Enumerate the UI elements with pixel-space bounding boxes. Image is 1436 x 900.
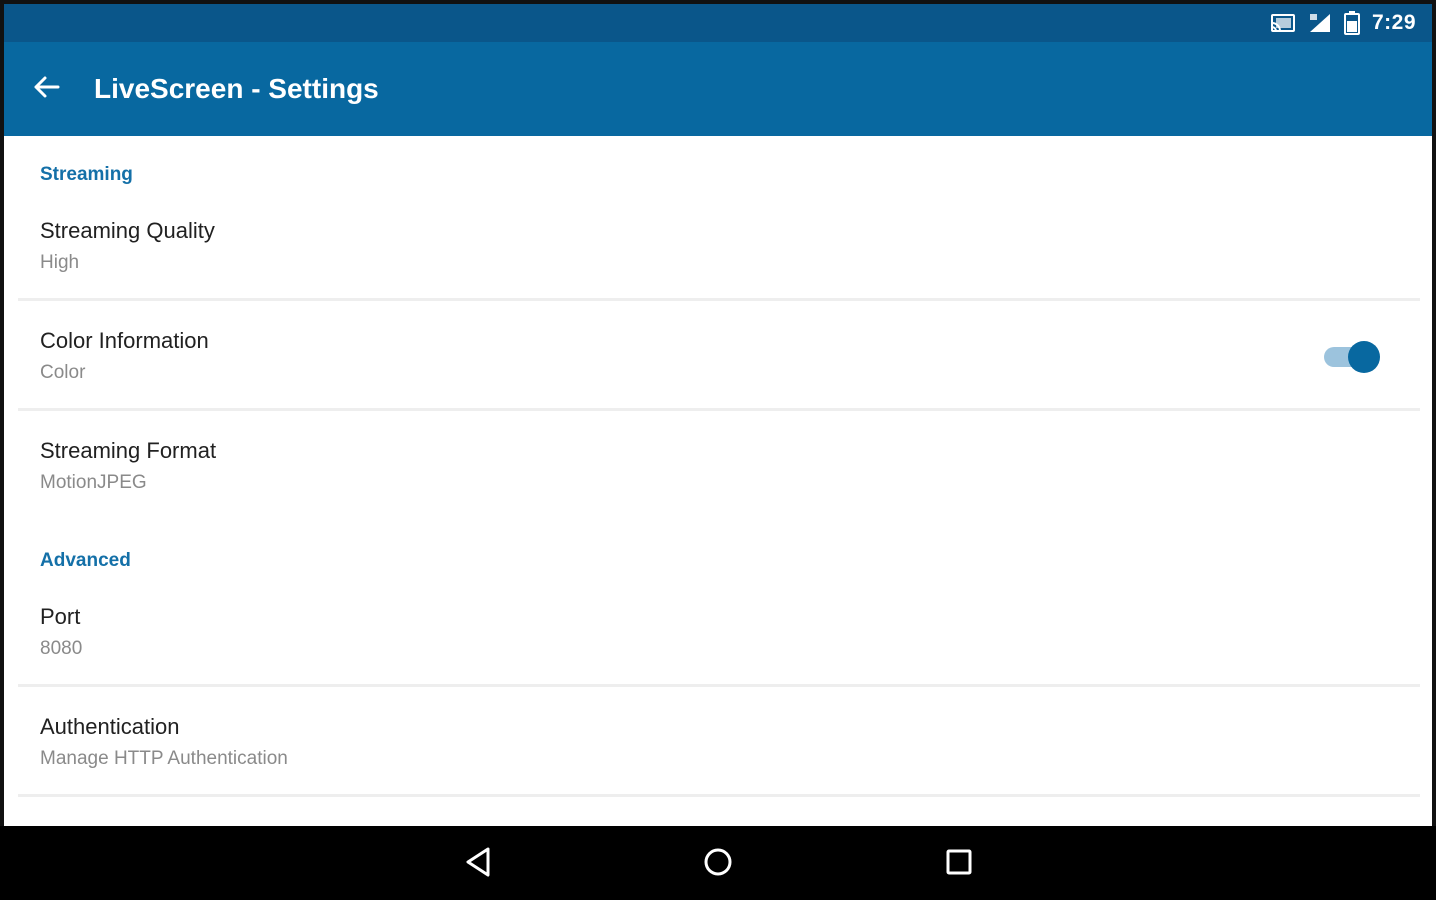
pref-title: Port [40,604,81,629]
pref-title: Authentication [40,714,180,739]
arrow-back-icon [32,73,60,106]
pref-streaming-format[interactable]: Streaming Format MotionJPEG [18,432,1420,518]
status-bar: 7:29 [4,4,1432,42]
pref-summary: MotionJPEG [40,472,147,493]
nav-back-button[interactable] [454,840,502,888]
divider [18,408,1420,411]
category-advanced: Advanced [40,550,131,571]
app-bar: LiveScreen - Settings [4,42,1432,136]
nav-recents-button[interactable] [935,840,983,888]
back-triangle-icon [463,846,493,883]
battery-icon [1343,11,1360,35]
pref-color-information[interactable]: Color Information Color [18,322,1420,408]
settings-list: Streaming Streaming Quality High Color I… [4,136,1432,826]
divider [18,298,1420,301]
pref-port[interactable]: Port 8080 [18,598,1420,684]
signal-icon [1308,12,1332,34]
pref-streaming-quality[interactable]: Streaming Quality High [18,212,1420,298]
pref-summary: 8080 [40,638,83,659]
page-title: LiveScreen - Settings [94,73,379,104]
switch-thumb [1348,341,1380,373]
cast-icon [1270,13,1296,33]
navigation-bar [0,826,1436,900]
pref-title: Streaming Quality [40,218,215,243]
android-screen: 7:29 LiveScreen - Settings Streaming Str… [0,0,1436,900]
recents-square-icon [945,848,973,881]
nav-home-button[interactable] [694,840,742,888]
back-button[interactable] [4,42,88,136]
pref-summary: High [40,252,80,273]
pref-title: Streaming Format [40,438,217,463]
color-information-switch[interactable] [1324,336,1380,376]
pref-authentication[interactable]: Authentication Manage HTTP Authenticatio… [18,708,1420,794]
pref-summary: Color [40,362,86,383]
divider [18,684,1420,687]
home-circle-icon [702,846,734,883]
category-streaming: Streaming [40,164,133,185]
pref-summary: Manage HTTP Authentication [40,748,288,769]
divider [18,794,1420,797]
pref-title: Color Information [40,328,209,353]
status-time: 7:29 [1371,11,1416,34]
